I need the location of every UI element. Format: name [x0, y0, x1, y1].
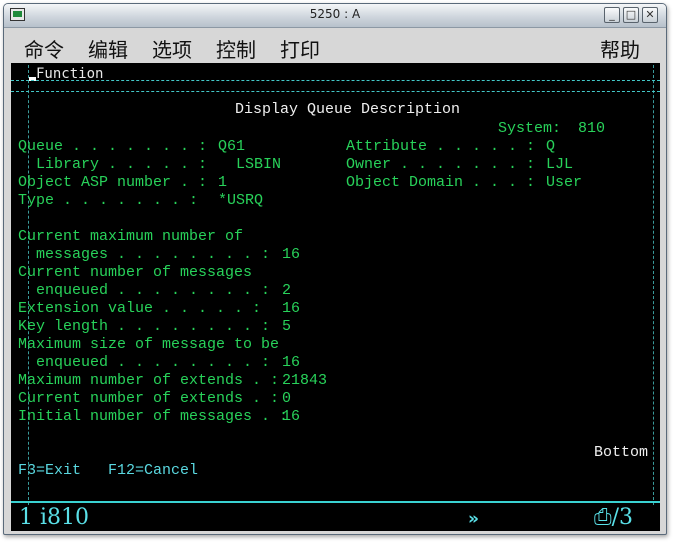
status-session: 1 i810 [19, 505, 90, 530]
library-value: LSBIN [218, 156, 282, 173]
minimize-button[interactable]: _ [604, 7, 620, 23]
detail-value: 16 [282, 300, 301, 317]
attribute-label: Attribute . . . . . : [346, 138, 536, 155]
detail-label: Current maximum number of [18, 228, 244, 245]
object-asp-label: Object ASP number . : [18, 174, 208, 191]
detail-value: 5 [282, 318, 292, 335]
status-position: ⎙/3 [594, 505, 634, 530]
detail-value: 16 [282, 246, 301, 263]
type-value: *USRQ [218, 192, 264, 209]
owner-value: LJL [546, 156, 574, 173]
title-bar[interactable]: 5250 : A _ □ ✕ [4, 4, 666, 28]
maximize-button[interactable]: □ [623, 7, 639, 23]
system-label: System: [498, 120, 562, 137]
screen-heading: Display Queue Description [235, 101, 461, 118]
detail-label: enqueued . . . . . . . . : [18, 354, 271, 371]
menu-edit[interactable]: 编辑 [88, 34, 128, 63]
object-domain-value: User [546, 174, 583, 191]
detail-label: Initial number of messages . : [18, 408, 289, 425]
function-keys[interactable]: F3=Exit F12=Cancel [18, 462, 198, 480]
detail-label: Key length . . . . . . . . : [18, 318, 271, 335]
owner-label: Owner . . . . . . . : [346, 156, 536, 173]
menu-options[interactable]: 选项 [152, 34, 192, 63]
detail-label: Extension value . . . . . : [18, 300, 262, 317]
queue-value: Q61 [218, 138, 246, 155]
detail-label: Maximum size of message to be [18, 336, 280, 353]
object-domain-label: Object Domain . . . : [346, 174, 536, 191]
close-button[interactable]: ✕ [642, 7, 658, 23]
type-label: Type . . . . . . . : [18, 192, 199, 209]
detail-value: 2 [282, 282, 292, 299]
detail-label: Maximum number of extends . : [18, 372, 280, 389]
detail-value: 16 [282, 408, 301, 425]
object-asp-value: 1 [218, 174, 228, 191]
status-divider [11, 501, 660, 503]
detail-label: enqueued . . . . . . . . : [18, 282, 271, 299]
detail-value: 0 [282, 390, 292, 407]
menu-command[interactable]: 命令 [24, 34, 64, 63]
top-divider [11, 91, 660, 92]
menu-print[interactable]: 打印 [280, 34, 320, 63]
detail-label: Current number of extends . : [18, 390, 280, 407]
detail-label: messages . . . . . . . . : [18, 246, 271, 263]
menu-help[interactable]: 帮助 [600, 34, 640, 63]
menu-bar: 命令 编辑 选项 控制 打印 帮助 [4, 28, 666, 62]
status-insert-icon: » [468, 509, 479, 529]
menu-control[interactable]: 控制 [216, 34, 256, 63]
top-divider [11, 80, 660, 81]
queue-label: Queue . . . . . . . : [18, 138, 208, 155]
attribute-value: Q [546, 138, 556, 155]
detail-value: 21843 [282, 372, 328, 389]
column-guide [653, 65, 654, 505]
bottom-indicator: Bottom [594, 444, 649, 461]
emulator-window: 5250 : A _ □ ✕ 命令 编辑 选项 控制 打印 帮助 Functio… [3, 3, 667, 535]
detail-value: 16 [282, 354, 301, 371]
terminal-screen[interactable]: Function Display Queue Description Syste… [11, 63, 660, 531]
detail-label: Current number of messages [18, 264, 253, 281]
system-value: 810 [578, 120, 606, 137]
window-title: 5250 : A [309, 7, 361, 21]
library-label: Library . . . . . : [18, 156, 208, 173]
